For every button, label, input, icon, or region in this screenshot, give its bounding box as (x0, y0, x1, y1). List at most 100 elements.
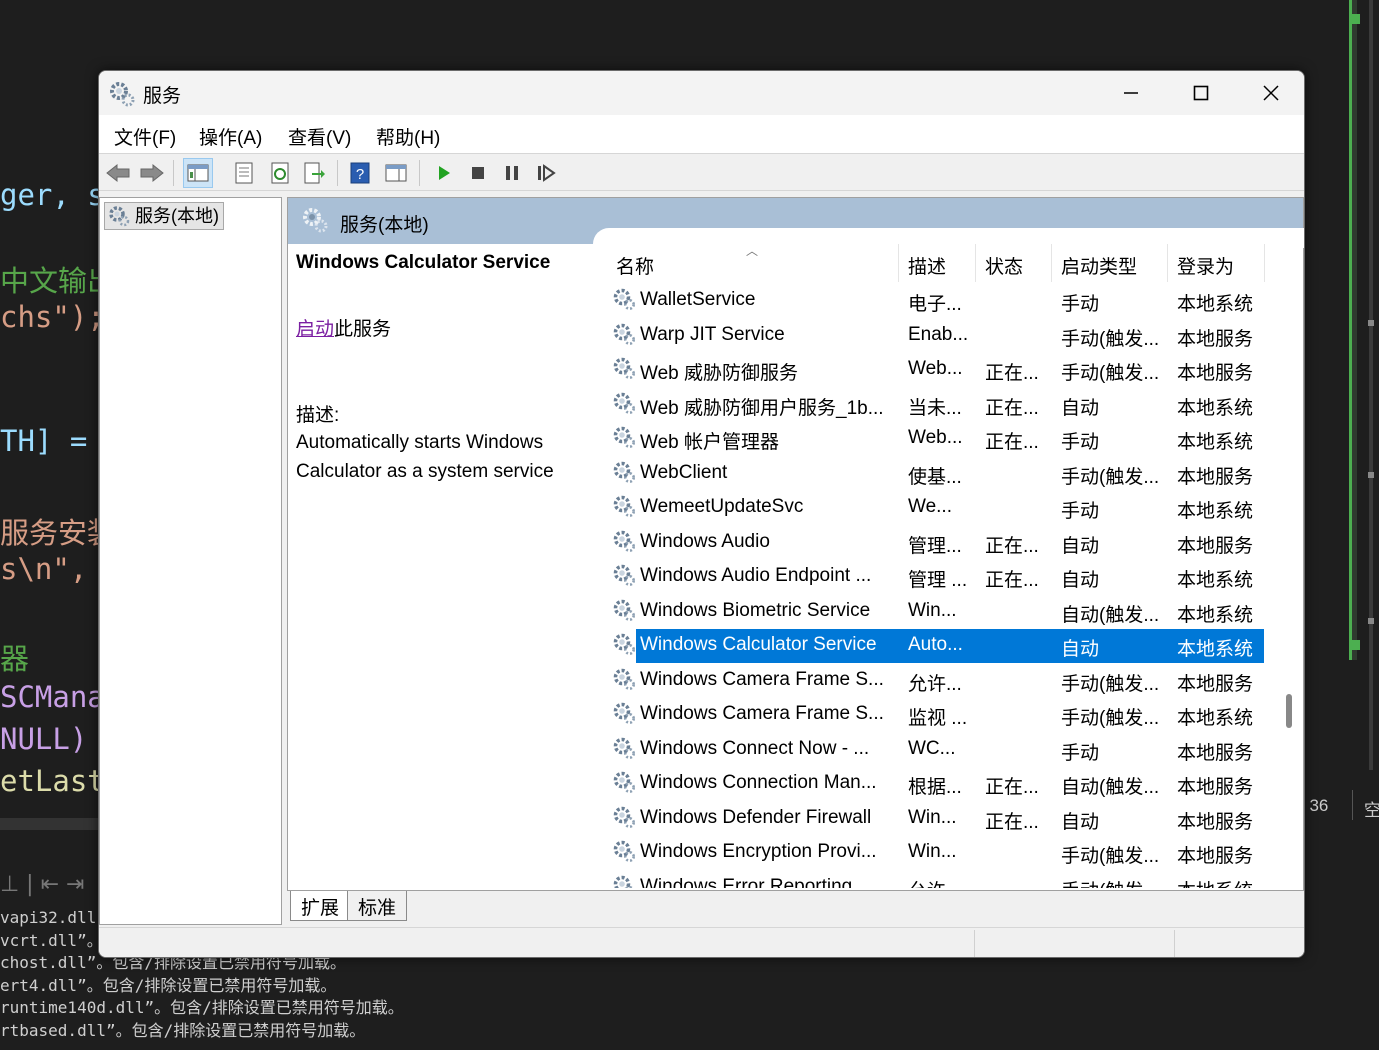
pause-icon (506, 166, 518, 180)
stop-icon (472, 167, 484, 179)
service-desc-cell: 管理 ... (908, 570, 968, 591)
service-name-cell: Warp JIT Service (640, 323, 785, 345)
services-pane: 服务(本地) Windows Calculator Service 启动此服务 … (287, 197, 1304, 891)
service-logon-cell: 本地系统 (1177, 432, 1254, 453)
service-desc-cell: Web... (908, 427, 963, 448)
properties-button[interactable] (229, 158, 259, 188)
service-row[interactable]: WalletService 电子... 手动 本地系统 (606, 284, 1266, 318)
output-line: ert4.dll”。包含/排除设置已禁用符号加载。 (0, 975, 337, 995)
forward-button[interactable] (137, 158, 167, 188)
tree-item-services-local[interactable]: 服务(本地) (104, 202, 224, 230)
service-row[interactable]: Web 帐户管理器 Web... 正在... 手动 本地系统 (606, 422, 1266, 456)
menu-view[interactable]: 查看(V) (288, 123, 351, 150)
scrollbar-thumb[interactable] (1286, 694, 1292, 728)
service-row[interactable]: Web 威胁防御服务 Web... 正在... 手动(触发... 本地服务 (606, 353, 1266, 387)
code-line: chs"); (0, 300, 100, 334)
service-startup-cell: 手动 (1061, 432, 1100, 453)
service-row[interactable]: Windows Camera Frame S... 允许... 手动(触发... 本地… (606, 664, 1266, 698)
service-row[interactable]: Windows Audio Endpoint ... 管理 ... 正在... 自动 本… (606, 560, 1266, 594)
service-startup-cell: 手动(触发... (1061, 673, 1160, 695)
service-row[interactable]: WemeetUpdateSvc We... 手动 本地系统 (606, 491, 1266, 525)
service-desc-cell: Win... (908, 599, 957, 621)
service-row[interactable]: Windows Error Reporting ... 允许... 手动(触发...… (606, 871, 1266, 888)
code-line: ger, s (0, 178, 100, 212)
window-title: 服务 (143, 86, 182, 107)
service-name-cell: Windows Audio Endpoint ... (640, 565, 872, 586)
code-line: TH] = (0, 424, 88, 458)
column-divider[interactable] (898, 244, 899, 282)
service-gear-icon (612, 701, 636, 731)
service-row[interactable]: WebClient 使基... 手动(触发... 本地服务 (606, 457, 1266, 491)
ide-status-extra: 空 (1364, 801, 1379, 820)
service-desc-cell: 管理... (908, 535, 962, 557)
svg-text:?: ? (356, 166, 364, 183)
close-button[interactable] (1236, 71, 1304, 115)
column-header-logon-as[interactable]: 登录为 (1177, 252, 1234, 279)
service-row[interactable]: Windows Audio 管理... 正在... 自动 本地服务 (606, 526, 1266, 560)
service-row[interactable]: Windows Connect Now - ... WC... 手动 本地服务 (606, 733, 1266, 767)
ide-scrollbar[interactable] (1369, 0, 1373, 770)
column-divider[interactable] (1264, 244, 1265, 282)
column-header-status[interactable]: 状态 (985, 252, 1023, 279)
service-desc-cell: Win... (908, 806, 957, 828)
service-name-cell: Windows Connection Man... (640, 772, 877, 793)
export-list-button[interactable] (299, 158, 329, 188)
start-service-link[interactable]: 启动 (296, 319, 334, 340)
start-service-button[interactable] (429, 158, 459, 188)
description-label: 描述: (296, 405, 340, 426)
pause-service-button[interactable] (497, 158, 527, 188)
column-divider[interactable] (975, 244, 976, 282)
toolbar-separator (419, 160, 420, 186)
service-gear-icon (612, 632, 636, 662)
ide-code-editor: ger, s 中文输出chs"); TH] = 服务安装s\n", 器 SCMana N… (0, 0, 100, 820)
stop-service-button[interactable] (463, 158, 493, 188)
menu-help[interactable]: 帮助(H) (376, 123, 440, 150)
column-header-name[interactable]: 名称 (616, 252, 654, 279)
service-row[interactable]: Web 威胁防御用户服务_1b... 当未... 正在... 自动 本地系统 (606, 388, 1266, 422)
column-header-startup-type[interactable]: 启动类型 (1061, 252, 1137, 279)
service-row[interactable]: Windows Calculator Service Auto... 自动 本地系统 (606, 629, 1266, 663)
code-line: 中文输出 (0, 264, 100, 298)
column-header-description[interactable]: 描述 (908, 252, 946, 279)
service-desc-cell: 电子... (908, 294, 962, 315)
code-line: 服务安装 (0, 516, 100, 550)
service-row[interactable]: Windows Biometric Service Win... 自动(触发... 本… (606, 595, 1266, 629)
service-row[interactable]: Warp JIT Service Enab... 手动(触发... 本地服务 (606, 319, 1266, 353)
service-gear-icon (612, 356, 636, 386)
service-gear-icon (612, 322, 636, 352)
service-desc-cell: Web... (908, 358, 963, 379)
help-button[interactable]: ? (345, 158, 375, 188)
service-row[interactable]: Windows Connection Man... 根据... 正在... 自动(触发… (606, 767, 1266, 801)
service-logon-cell: 本地服务 (1177, 811, 1254, 833)
tab-extended[interactable]: 扩展 (290, 891, 351, 921)
show-console-tree-button[interactable] (183, 158, 213, 188)
back-button[interactable] (103, 158, 133, 188)
ide-output-toolbar: ⊥ | ⇤ ⇥ (0, 872, 100, 900)
menu-action[interactable]: 操作(A) (199, 123, 262, 150)
service-name-cell: Windows Camera Frame S... (640, 703, 884, 724)
service-row[interactable]: Windows Encryption Provi... Win... 手动(触发..… (606, 836, 1266, 870)
column-divider[interactable] (1051, 244, 1052, 282)
service-row[interactable]: Windows Defender Firewall Win... 正在... 自动 本地… (606, 802, 1266, 836)
service-startup-cell: 手动(触发... (1061, 466, 1160, 488)
service-gear-icon (612, 736, 636, 766)
ide-toolbar-icon[interactable]: ⊥ | ⇤ ⇥ (0, 872, 84, 897)
title-bar[interactable]: 服务 (99, 71, 1304, 115)
show-action-pane-button[interactable] (381, 158, 411, 188)
service-row[interactable]: Windows Camera Frame S... 监视 ... 手动(触发... 本… (606, 698, 1266, 732)
tab-standard[interactable]: 标准 (347, 891, 408, 921)
vertical-scrollbar[interactable] (1278, 244, 1300, 888)
menu-file[interactable]: 文件(F) (114, 123, 176, 150)
minimize-button[interactable] (1096, 71, 1166, 115)
service-desc-cell: Auto... (908, 634, 963, 655)
status-bar (99, 927, 1304, 957)
service-startup-cell: 自动(触发... (1061, 604, 1160, 626)
service-gear-icon (612, 770, 636, 800)
services-list: ︿ 名称 描述 状态 启动类型 登录为 WalletService 电子... 手动… (606, 244, 1270, 888)
service-desc-cell: Enab... (908, 323, 969, 345)
column-divider[interactable] (1167, 244, 1168, 282)
service-status-cell: 正在... (985, 432, 1039, 453)
restart-service-button[interactable] (531, 158, 561, 188)
maximize-button[interactable] (1166, 71, 1236, 115)
refresh-button[interactable] (265, 158, 295, 188)
